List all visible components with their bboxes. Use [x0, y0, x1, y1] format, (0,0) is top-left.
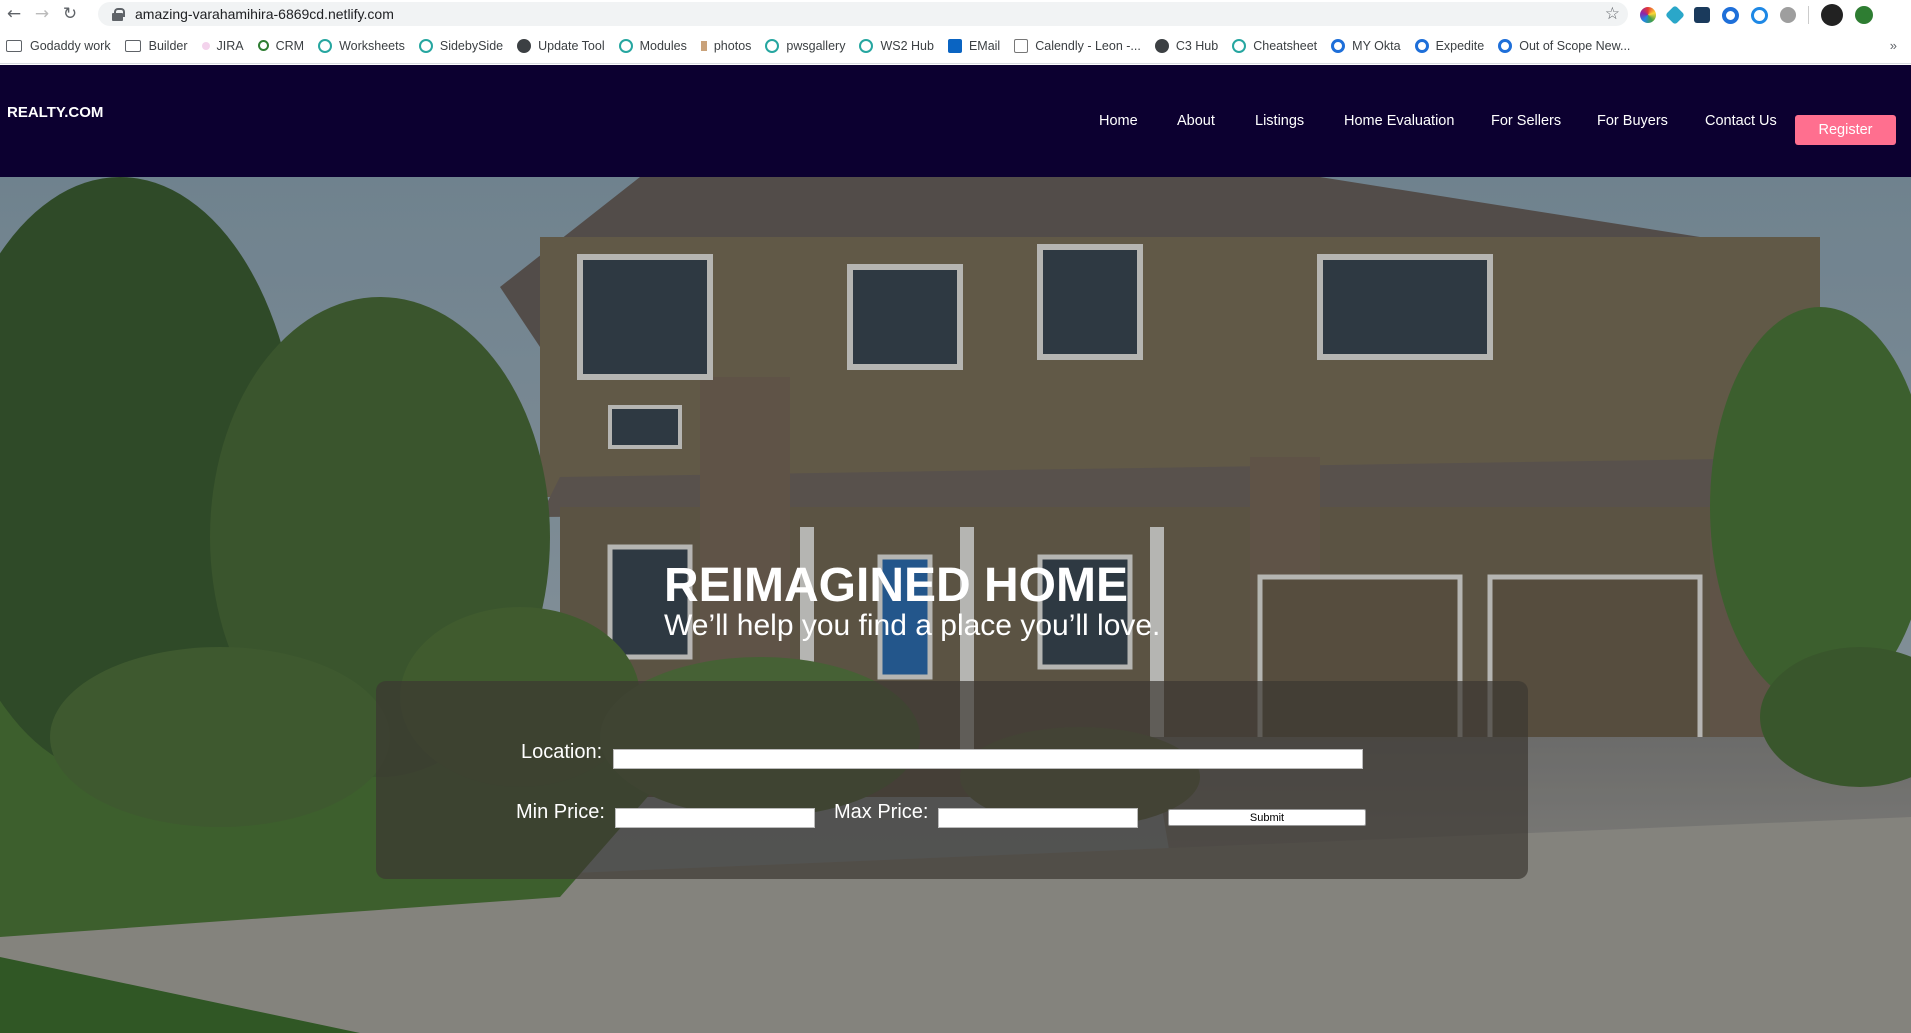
bookmark-label: EMail: [968, 38, 1001, 53]
bookmark-item[interactable]: photos: [700, 38, 752, 53]
nav-contact-us[interactable]: Contact Us: [1705, 113, 1777, 129]
toolbar-divider: [1808, 6, 1809, 24]
bookmark-label: SidebySide: [439, 38, 504, 53]
heart-icon: [418, 38, 433, 53]
nav-for-sellers[interactable]: For Sellers: [1491, 113, 1561, 129]
nav-for-buyers[interactable]: For Buyers: [1597, 113, 1668, 129]
color-wheel-extension-icon[interactable]: [1640, 7, 1656, 23]
okta-icon: [1331, 38, 1346, 53]
max-price-label: Max Price:: [834, 801, 929, 823]
lock-icon: [112, 7, 125, 21]
bookmark-label: photos: [713, 38, 752, 53]
folder-icon: [124, 39, 141, 52]
reload-icon[interactable]: ↻: [56, 0, 84, 28]
heart-icon: [765, 38, 780, 53]
okta-icon: [1498, 38, 1513, 53]
url-text[interactable]: amazing-varahamihira-6869cd.netlify.com: [135, 6, 394, 22]
bookmark-item[interactable]: MY Okta: [1331, 38, 1401, 53]
nav-home[interactable]: Home: [1099, 113, 1138, 129]
address-bar[interactable]: amazing-varahamihira-6869cd.netlify.com …: [98, 2, 1628, 26]
bookmark-item[interactable]: Modules: [618, 38, 687, 53]
bookmark-label: Update Tool: [538, 38, 605, 53]
outlook-icon: [947, 38, 962, 53]
bookmark-item[interactable]: Expedite: [1414, 38, 1485, 53]
calendar-icon: [1014, 38, 1029, 53]
okta-icon: [1414, 38, 1429, 53]
hero-section: REIMAGINED HOME We’ll help you find a pl…: [0, 177, 1911, 1033]
browser-toolbar: ← → ↻ amazing-varahamihira-6869cd.netlif…: [0, 0, 1911, 28]
photos-icon: [700, 40, 707, 51]
site-header: REALTY.COM Home About Listings Home Eval…: [0, 65, 1911, 177]
jira-icon: [201, 41, 210, 50]
max-price-input[interactable]: [938, 808, 1138, 828]
site-logo[interactable]: REALTY.COM: [7, 104, 103, 121]
bookmark-label: Out of Scope New...: [1519, 38, 1631, 53]
bookmark-item[interactable]: Godaddy work: [6, 39, 111, 53]
bookmark-label: MY Okta: [1352, 38, 1401, 53]
blue-ring-extension-icon[interactable]: [1722, 6, 1739, 24]
bookmark-item[interactable]: CRM: [257, 38, 305, 53]
bookmark-label: CRM: [275, 38, 305, 53]
search-icon: [257, 40, 269, 51]
bookmark-label: Modules: [639, 38, 687, 53]
bookmark-item[interactable]: Cheatsheet: [1232, 38, 1318, 53]
bookmark-item[interactable]: Builder: [124, 38, 188, 53]
location-input[interactable]: [613, 749, 1363, 769]
bookmark-label: C3 Hub: [1175, 38, 1219, 53]
globe-icon: [1154, 38, 1169, 53]
bookmark-item[interactable]: SidebySide: [418, 38, 504, 53]
heart-icon: [1232, 38, 1247, 53]
back-icon[interactable]: ←: [0, 0, 28, 28]
bookmark-item[interactable]: C3 Hub: [1154, 38, 1219, 53]
bookmark-item[interactable]: Worksheets: [318, 38, 405, 53]
bookmark-item[interactable]: Out of Scope New...: [1498, 38, 1631, 53]
nav-listings[interactable]: Listings: [1255, 113, 1304, 129]
bookmark-item[interactable]: JIRA: [201, 38, 244, 53]
bookmark-star-icon[interactable]: ☆: [1605, 4, 1620, 24]
bookmark-item[interactable]: WS2 Hub: [859, 38, 934, 53]
bookmark-item[interactable]: pwsgallery: [765, 38, 846, 53]
location-label: Location:: [521, 741, 603, 763]
gray-extension-icon[interactable]: [1780, 7, 1796, 23]
bookmark-label: Builder: [148, 38, 188, 53]
bookmark-label: Cheatsheet: [1253, 38, 1318, 53]
bookmark-label: pwsgallery: [786, 38, 846, 53]
heart-icon: [859, 38, 874, 53]
heart-icon: [318, 38, 333, 53]
bookmark-label: Godaddy work: [30, 38, 111, 53]
globe-icon: [517, 38, 532, 53]
more-bookmarks-button[interactable]: »: [1890, 38, 1897, 53]
bookmark-label: WS2 Hub: [880, 38, 934, 53]
bookmark-item[interactable]: Update Tool: [517, 38, 605, 53]
nav-home-evaluation[interactable]: Home Evaluation: [1344, 113, 1454, 129]
min-price-label: Min Price:: [516, 801, 605, 823]
min-price-input[interactable]: [615, 808, 815, 828]
bookmark-item[interactable]: EMail: [947, 38, 1001, 53]
green-extension-icon[interactable]: [1855, 6, 1873, 24]
folder-icon: [6, 39, 22, 52]
avatar[interactable]: [1821, 4, 1843, 26]
chat-extension-icon[interactable]: [1751, 6, 1768, 24]
search-form: Location: Min Price: Max Price: Submit: [376, 681, 1528, 879]
square-extension-icon[interactable]: [1694, 7, 1710, 23]
extension-icons: [1640, 4, 1873, 26]
hero-subtitle: We’ll help you find a place you’ll love.: [664, 609, 1161, 642]
bookmark-item[interactable]: Calendly - Leon -...: [1014, 38, 1141, 53]
bookmarks-bar: Godaddy work Builder JIRA CRM Worksheets Side…: [0, 28, 1911, 64]
heart-icon: [618, 38, 633, 53]
diamond-extension-icon[interactable]: [1665, 5, 1685, 25]
submit-button[interactable]: Submit: [1168, 809, 1366, 826]
bookmark-label: Worksheets: [339, 38, 405, 53]
register-button[interactable]: Register: [1795, 115, 1896, 145]
forward-icon[interactable]: →: [28, 0, 56, 28]
bookmark-label: JIRA: [216, 38, 244, 53]
nav-about[interactable]: About: [1177, 113, 1215, 129]
bookmark-label: Expedite: [1435, 38, 1485, 53]
hero-title: REIMAGINED HOME: [664, 559, 1129, 612]
bookmark-label: Calendly - Leon -...: [1035, 38, 1141, 53]
